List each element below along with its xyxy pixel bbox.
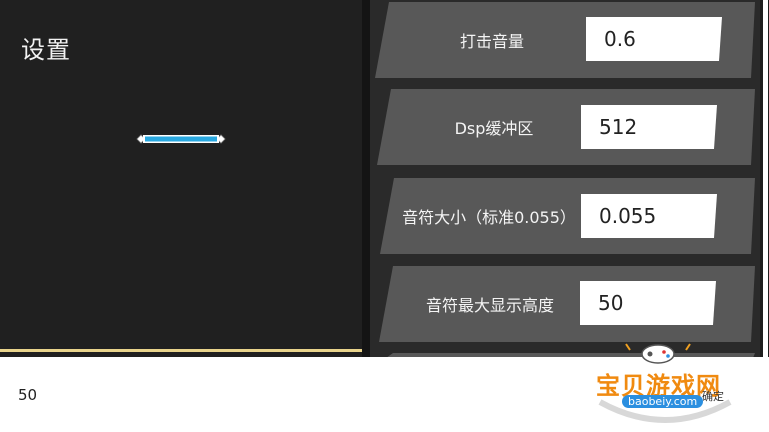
panel-divider [362,0,370,357]
watermark-logo: 宝贝游戏网 baobeiy.com 确定 [590,340,740,430]
watermark-url: baobeiy.com [622,395,704,408]
setting-label: 音符大小（标准0.055） [402,208,576,227]
dsp-buffer-input[interactable]: 512 [581,105,717,149]
setting-row-dsp-buffer: Dsp缓冲区 512 [377,89,755,165]
note-preview-icon [136,134,226,144]
setting-label: 打击音量 [459,32,524,51]
setting-row-note-size: 音符大小（标准0.055） 0.055 [380,178,755,254]
settings-list[interactable]: 打击音量 0.6 Dsp缓冲区 512 音符大小（标准0.055） 0.055 … [370,0,760,357]
note-max-height-input[interactable]: 50 [580,281,716,325]
setting-label: Dsp缓冲区 [454,119,534,138]
bottom-value-text: 50 [18,386,38,404]
confirm-button-peek[interactable]: 确定 [702,388,724,404]
setting-label: 音符最大显示高度 [425,296,554,315]
divider-line [0,349,362,352]
setting-row-hit-volume: 打击音量 0.6 [375,2,755,78]
note-preview [136,131,226,145]
scrollbar-thumb[interactable] [763,0,768,357]
page-title: 设置 [21,36,71,64]
setting-row-note-max-height: 音符最大显示高度 50 [379,266,755,342]
hit-volume-input[interactable]: 0.6 [586,17,722,61]
note-size-input[interactable]: 0.055 [581,194,717,238]
